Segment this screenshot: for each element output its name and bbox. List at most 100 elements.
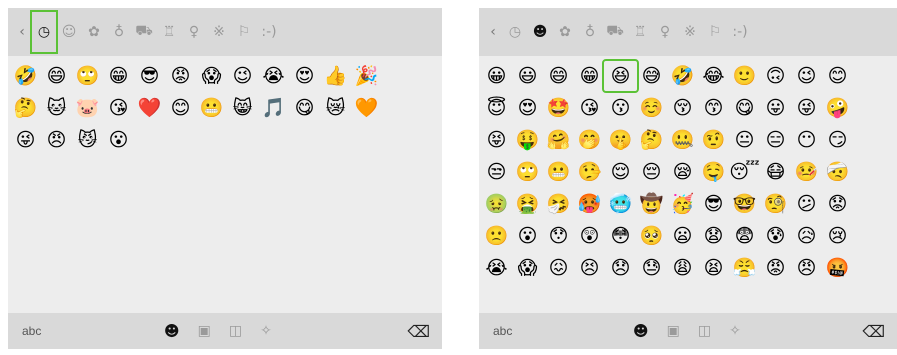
car-icon[interactable]: ⛟ xyxy=(133,17,155,47)
kaomoji-tab-icon[interactable]: ✧ xyxy=(260,323,272,339)
emoji-key[interactable]: 😪 xyxy=(667,158,698,186)
emoji-key[interactable]: 😥 xyxy=(791,222,822,250)
emoji-key[interactable]: 😉 xyxy=(791,62,822,90)
emoji-key[interactable]: 🤮 xyxy=(512,190,543,218)
smiley-icon[interactable]: ☻ xyxy=(529,17,551,47)
emoji-key[interactable]: ☺️ xyxy=(636,94,667,122)
emoji-key[interactable]: 😁 xyxy=(574,62,605,90)
emoji-key[interactable]: 🥵 xyxy=(574,190,605,218)
emoji-key[interactable]: 😭 xyxy=(481,254,512,282)
emoji-key[interactable]: 😢 xyxy=(822,222,853,250)
flag-icon[interactable]: ⚐ xyxy=(704,17,726,47)
lightbulb-icon[interactable]: ♀ xyxy=(183,17,205,47)
emoji-key[interactable]: 😜 xyxy=(791,94,822,122)
emoji-key[interactable]: 😝 xyxy=(481,126,512,154)
emoji-key[interactable]: 👍 xyxy=(320,62,351,90)
emoji-key[interactable]: 🙃 xyxy=(760,62,791,90)
emoji-key[interactable]: 😼 xyxy=(72,126,103,154)
symbols-icon[interactable]: ※ xyxy=(208,17,230,47)
emoji-key[interactable]: 🤧 xyxy=(543,190,574,218)
emoji-key[interactable]: 😲 xyxy=(574,222,605,250)
emoji-key[interactable]: 😯 xyxy=(543,222,574,250)
abc-button[interactable]: abc xyxy=(22,324,41,338)
recent-clock-icon[interactable]: ◷ xyxy=(504,17,526,47)
emoji-key[interactable]: 😬 xyxy=(196,94,227,122)
emoji-key[interactable]: 😇 xyxy=(481,94,512,122)
emoji-key[interactable]: 😑 xyxy=(760,126,791,154)
emoji-key[interactable]: 🤬 xyxy=(822,254,853,282)
emoji-key[interactable]: 🤔 xyxy=(636,126,667,154)
emoji-key[interactable]: 😤 xyxy=(729,254,760,282)
emoticon-icon[interactable]: :-) xyxy=(729,17,751,47)
emoji-key[interactable]: 😉 xyxy=(227,62,258,90)
emoji-key[interactable]: 🤓 xyxy=(729,190,760,218)
emoji-key[interactable]: 🤒 xyxy=(791,158,822,186)
emoji-key[interactable]: 🙁 xyxy=(481,222,512,250)
emoji-key[interactable]: 😘 xyxy=(574,94,605,122)
emoji-key[interactable]: 😀 xyxy=(481,62,512,90)
emoji-tab-icon[interactable]: ☻ xyxy=(633,322,649,340)
emoji-key[interactable]: 😓 xyxy=(636,254,667,282)
emoji-key[interactable]: 😞 xyxy=(605,254,636,282)
emoji-key[interactable]: 😜 xyxy=(10,126,41,154)
car-icon[interactable]: ⛟ xyxy=(604,17,626,47)
emoji-key[interactable]: 😄 xyxy=(41,62,72,90)
emoji-key[interactable]: 😍 xyxy=(512,94,543,122)
emoji-key[interactable]: 😔 xyxy=(636,158,667,186)
lightbulb-icon[interactable]: ♀ xyxy=(654,17,676,47)
emoji-key[interactable]: 😛 xyxy=(760,94,791,122)
emoji-key[interactable]: 🤕 xyxy=(822,158,853,186)
emoji-key[interactable]: 😙 xyxy=(698,94,729,122)
emoji-key[interactable]: 😫 xyxy=(698,254,729,282)
emoticon-icon[interactable]: :-) xyxy=(258,17,280,47)
emoji-key[interactable]: 🥶 xyxy=(605,190,636,218)
emoji-key[interactable]: 😣 xyxy=(574,254,605,282)
backspace-icon[interactable]: ⌫ xyxy=(862,322,885,341)
emoji-key[interactable]: 😌 xyxy=(605,158,636,186)
emoji-key[interactable]: 🤪 xyxy=(822,94,853,122)
emoji-key[interactable]: 😖 xyxy=(543,254,574,282)
emoji-key[interactable]: 😅 xyxy=(636,62,667,90)
emoji-key[interactable]: 🥳 xyxy=(667,190,698,218)
symbols-icon[interactable]: ※ xyxy=(679,17,701,47)
emoji-key[interactable]: 😟 xyxy=(822,190,853,218)
emoji-key[interactable]: 😕 xyxy=(791,190,822,218)
emoji-key[interactable]: 🤠 xyxy=(636,190,667,218)
emoji-key[interactable]: 😸 xyxy=(227,94,258,122)
emoji-key[interactable]: 🤢 xyxy=(481,190,512,218)
emoji-key[interactable]: 🤣 xyxy=(10,62,41,90)
emoji-key[interactable]: ❤️ xyxy=(134,94,165,122)
gif-tab-icon[interactable]: ▣ xyxy=(198,323,211,339)
backspace-icon[interactable]: ⌫ xyxy=(407,322,430,341)
emoji-key[interactable]: 😰 xyxy=(760,222,791,250)
emoji-key[interactable]: 😐 xyxy=(729,126,760,154)
sticker-tab-icon[interactable]: ◫ xyxy=(698,323,711,339)
emoji-key[interactable]: 🤭 xyxy=(574,126,605,154)
gif-tab-icon[interactable]: ▣ xyxy=(667,323,680,339)
emoji-key[interactable]: 😂 xyxy=(698,62,729,90)
emoji-key[interactable]: 🧐 xyxy=(760,190,791,218)
emoji-key[interactable]: 😩 xyxy=(667,254,698,282)
emoji-key[interactable]: 😠 xyxy=(791,254,822,282)
emoji-key[interactable]: 😷 xyxy=(760,158,791,186)
back-icon[interactable]: ‹ xyxy=(14,17,30,47)
emoji-key[interactable]: 😱 xyxy=(196,62,227,90)
emoji-key[interactable]: 😧 xyxy=(698,222,729,250)
emoji-key[interactable]: 🤤 xyxy=(698,158,729,186)
emoji-key[interactable]: 😎 xyxy=(698,190,729,218)
emoji-key[interactable]: 😱 xyxy=(512,254,543,282)
emoji-key[interactable]: 😒 xyxy=(481,158,512,186)
emoji-key[interactable]: 😄 xyxy=(543,62,574,90)
animal-icon[interactable]: ✿ xyxy=(83,17,105,47)
emoji-key[interactable]: 😆 xyxy=(602,59,639,93)
emoji-key[interactable]: 😭 xyxy=(258,62,289,90)
emoji-key[interactable]: 🎵 xyxy=(258,94,289,122)
emoji-key[interactable]: 🙄 xyxy=(72,62,103,90)
emoji-key[interactable]: 😨 xyxy=(729,222,760,250)
emoji-key[interactable]: 😶 xyxy=(791,126,822,154)
emoji-key[interactable]: 🤨 xyxy=(698,126,729,154)
emoji-key[interactable]: 😠 xyxy=(41,126,72,154)
emoji-key[interactable]: 🤑 xyxy=(512,126,543,154)
kaomoji-tab-icon[interactable]: ✧ xyxy=(729,323,741,339)
smiley-icon[interactable]: ☺ xyxy=(58,17,80,47)
